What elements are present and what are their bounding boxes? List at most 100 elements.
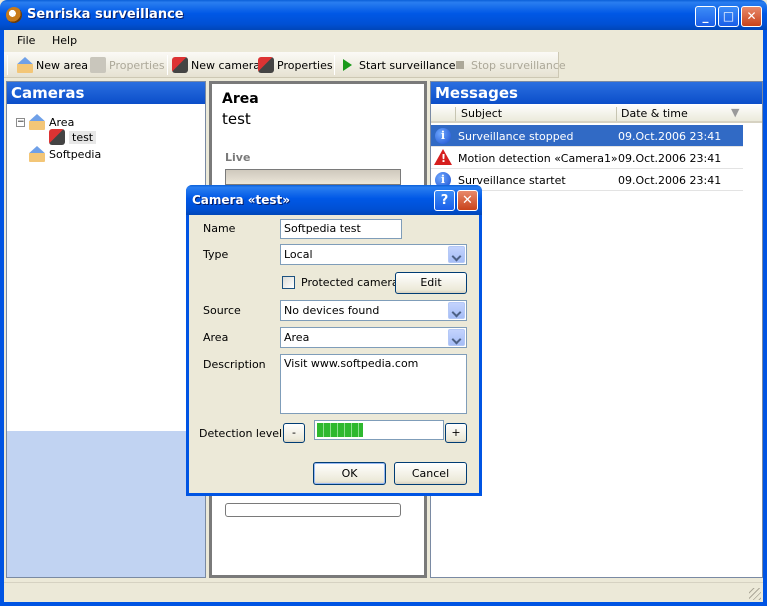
menu-file[interactable]: File: [17, 34, 35, 47]
status-bar: [4, 582, 763, 602]
detection-level-fill: [317, 423, 363, 437]
area-label: Area: [203, 331, 229, 344]
resize-grip[interactable]: [749, 588, 761, 600]
detection-level-meter[interactable]: [314, 420, 444, 440]
name-input[interactable]: Softpedia test: [280, 219, 402, 239]
name-label: Name: [203, 222, 236, 235]
view-camera-name: test: [222, 110, 251, 128]
new-camera-label: New camera: [191, 58, 261, 72]
column-separator[interactable]: [616, 107, 617, 121]
new-area-button[interactable]: New area: [17, 57, 88, 73]
messages-header: Messages: [431, 82, 762, 104]
column-separator[interactable]: [455, 107, 456, 121]
message-row[interactable]: i Surveillance stopped 09.Oct.2006 23:41: [431, 125, 743, 147]
area-properties-label: Properties: [109, 58, 165, 72]
stop-icon: [456, 61, 464, 69]
area-icon: [29, 114, 45, 130]
help-button[interactable]: ?: [434, 190, 455, 211]
source-label: Source: [203, 304, 241, 317]
ok-button[interactable]: OK: [313, 462, 386, 485]
collapse-icon[interactable]: −: [16, 117, 25, 127]
play-icon: [343, 59, 352, 71]
menu-help[interactable]: Help: [52, 34, 77, 47]
warning-icon: [434, 149, 452, 165]
decrease-level-button[interactable]: -: [283, 423, 305, 443]
chevron-down-icon[interactable]: [448, 329, 465, 346]
app-icon: [6, 7, 22, 23]
protected-camera-label: Protected camera: [301, 276, 399, 289]
message-subject: Motion detection «Camera1»: [458, 152, 618, 165]
message-datetime: 09.Oct.2006 23:41: [618, 130, 722, 143]
area-select[interactable]: Area: [280, 327, 467, 348]
cameras-panel-footer: [7, 431, 205, 577]
window-border-left: [0, 30, 4, 606]
tree-item-area[interactable]: − Area: [16, 114, 74, 130]
toolbar: New area Properties New camera Propertie…: [4, 52, 566, 78]
start-surveillance-label: Start surveillance: [359, 58, 456, 72]
messages-list-header: Subject Date & time ▼: [431, 105, 762, 123]
description-textarea[interactable]: Visit www.softpedia.com: [280, 354, 467, 414]
type-label: Type: [203, 248, 229, 261]
view-progress-bar: [225, 503, 401, 517]
new-area-icon: [17, 57, 33, 73]
dialog-close-button[interactable]: ✕: [457, 190, 478, 211]
edit-button[interactable]: Edit: [395, 272, 467, 294]
type-value: Local: [284, 248, 313, 261]
protected-camera-checkbox[interactable]: [282, 276, 295, 289]
source-value: No devices found: [284, 304, 380, 317]
sort-desc-icon: ▼: [731, 106, 740, 119]
tree-item-label: test: [69, 130, 97, 144]
minimize-button[interactable]: _: [695, 6, 716, 27]
column-subject[interactable]: Subject: [461, 107, 502, 120]
window-titlebar: Senriska surveillance _ □ ✕: [0, 0, 767, 30]
live-label: Live: [225, 151, 251, 164]
view-area-title: Area: [222, 91, 259, 107]
message-datetime: 09.Oct.2006 23:41: [618, 152, 722, 165]
cameras-header: Cameras: [7, 82, 205, 104]
camera-properties-dialog: Camera «test» ? ✕ Name Softpedia test Ty…: [186, 185, 482, 496]
stop-surveillance-button[interactable]: Stop surveillance: [452, 57, 566, 73]
type-select[interactable]: Local: [280, 244, 467, 265]
toolbar-grip: [7, 55, 8, 75]
maximize-button[interactable]: □: [718, 6, 739, 27]
camera-properties-label: Properties: [277, 58, 333, 72]
camera-properties-icon: [258, 57, 274, 73]
toolbar-separator: [167, 55, 168, 75]
tree-item-test[interactable]: test: [49, 129, 97, 145]
message-datetime: 09.Oct.2006 23:41: [618, 174, 722, 187]
properties-icon: [90, 57, 106, 73]
chevron-down-icon[interactable]: [448, 302, 465, 319]
live-video-frame: [225, 169, 401, 185]
toolbar-separator: [334, 55, 335, 75]
message-row[interactable]: Motion detection «Camera1» 09.Oct.2006 2…: [431, 147, 743, 169]
camera-properties-button[interactable]: Properties: [258, 57, 333, 73]
menubar: File Help: [0, 30, 767, 52]
cancel-button[interactable]: Cancel: [394, 462, 467, 485]
area-icon: [29, 146, 45, 162]
chevron-down-icon[interactable]: [448, 246, 465, 263]
new-area-label: New area: [36, 58, 89, 72]
message-subject: Surveillance stopped: [458, 130, 574, 143]
dialog-titlebar: Camera «test» ? ✕: [186, 185, 482, 215]
start-surveillance-button[interactable]: Start surveillance: [340, 57, 456, 73]
info-icon: i: [435, 128, 451, 144]
column-datetime[interactable]: Date & time: [621, 107, 688, 120]
new-camera-icon: [172, 57, 188, 73]
cameras-panel: Cameras − Area test Softpedia: [6, 81, 206, 578]
close-button[interactable]: ✕: [741, 6, 762, 27]
description-label: Description: [203, 358, 266, 371]
stop-surveillance-label: Stop surveillance: [471, 58, 566, 72]
tree-item-softpedia[interactable]: Softpedia: [29, 146, 101, 162]
detection-level-label: Detection level: [199, 427, 283, 440]
tree-item-label: Softpedia: [49, 147, 102, 161]
window-border-right: [763, 30, 767, 606]
camera-icon: [49, 129, 65, 145]
dialog-title: Camera «test»: [192, 193, 290, 207]
new-camera-button[interactable]: New camera: [172, 57, 260, 73]
window-border-bottom: [0, 602, 767, 606]
area-value: Area: [284, 331, 310, 344]
area-properties-button[interactable]: Properties: [90, 57, 165, 73]
tree-item-label: Area: [49, 115, 75, 129]
increase-level-button[interactable]: +: [445, 423, 467, 443]
source-select[interactable]: No devices found: [280, 300, 467, 321]
